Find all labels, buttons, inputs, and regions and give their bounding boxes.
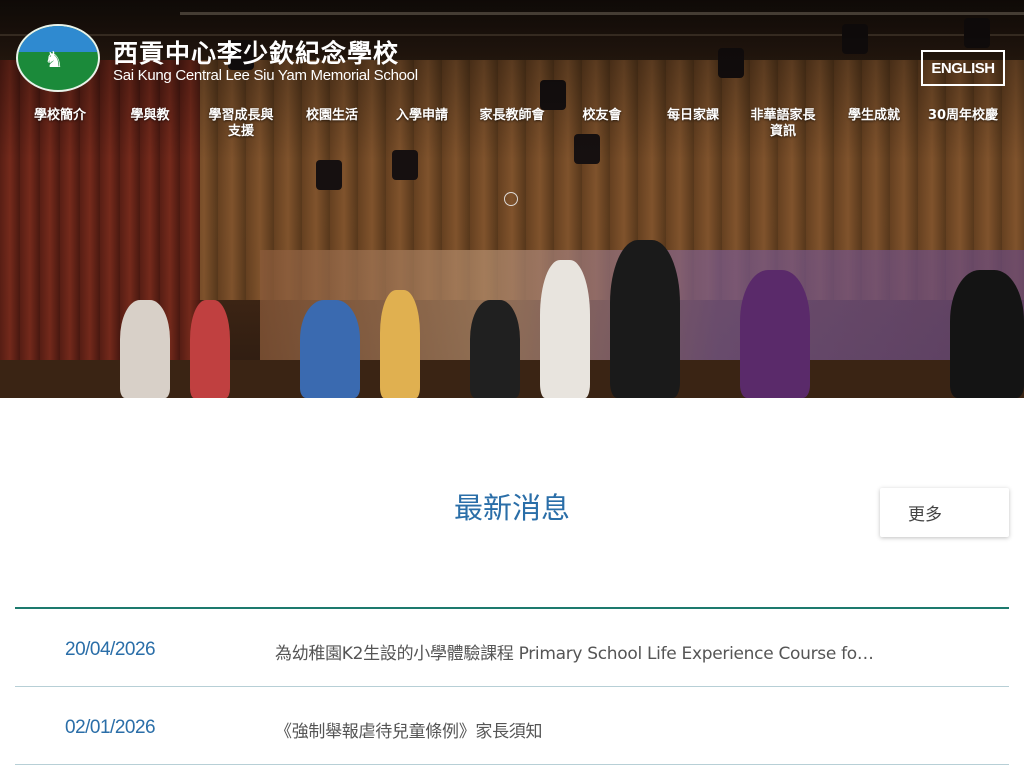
language-switch-button[interactable]: ENGLISH <box>921 50 1005 86</box>
main-navigation: 學校簡介 學與教 學習成長與 支援 校園生活 入學申請 家長教師會 校友會 每日… <box>0 108 1024 148</box>
nav-item-teaching[interactable]: 學與教 <box>120 108 180 124</box>
list-item[interactable]: 20/04/2026 為幼稚園K2生設的小學體驗課程 Primary Schoo… <box>15 609 1009 687</box>
school-logo[interactable]: ♞ <box>16 24 100 92</box>
camel-logo-icon: ♞ <box>44 48 64 73</box>
school-name-english: Sai Kung Central Lee Siu Yam Memorial Sc… <box>113 67 418 84</box>
nav-item-admission[interactable]: 入學申請 <box>384 108 460 124</box>
list-item[interactable]: 02/01/2026 《強制舉報虐待兒童條例》家長須知 <box>15 687 1009 765</box>
school-name-chinese: 西貢中心李少欽紀念學校 <box>113 39 400 68</box>
nav-item-about[interactable]: 學校簡介 <box>22 108 98 124</box>
nav-item-30th-anniversary[interactable]: 30周年校慶 <box>918 108 1008 124</box>
news-date: 02/01/2026 <box>65 717 156 738</box>
nav-item-campus-life[interactable]: 校園生活 <box>294 108 370 124</box>
news-section-title: 最新消息 <box>453 491 570 525</box>
more-news-button[interactable]: 更多 <box>880 488 1009 537</box>
nav-item-growth-support[interactable]: 學習成長與 支援 <box>200 108 282 140</box>
loading-spinner-icon <box>504 192 518 206</box>
nav-item-pta[interactable]: 家長教師會 <box>470 108 554 124</box>
news-date: 20/04/2026 <box>65 639 156 660</box>
nav-item-homework[interactable]: 每日家課 <box>655 108 731 124</box>
nav-item-non-chinese-parents[interactable]: 非華語家長 資訊 <box>740 108 826 140</box>
nav-item-alumni[interactable]: 校友會 <box>570 108 634 124</box>
news-headline[interactable]: 為幼稚園K2生設的小學體驗課程 Primary School Life Expe… <box>275 639 875 664</box>
news-headline[interactable]: 《強制舉報虐待兒童條例》家長須知 <box>275 717 875 742</box>
nav-item-achievements[interactable]: 學生成就 <box>836 108 912 124</box>
